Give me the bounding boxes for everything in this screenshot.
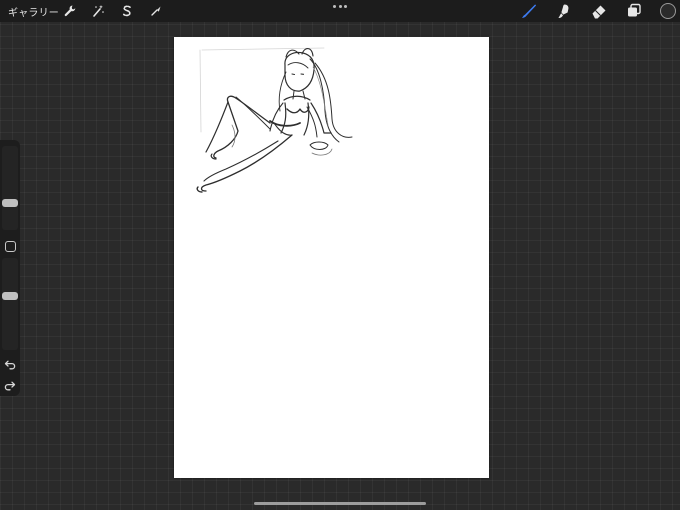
layers-icon[interactable]: [625, 3, 643, 19]
selection-s-icon[interactable]: [119, 3, 135, 19]
pencil-sketch: [196, 47, 353, 193]
dot: [333, 4, 336, 8]
opacity-slider[interactable]: [2, 258, 18, 350]
transform-arrow-icon[interactable]: [148, 3, 164, 19]
smudge-icon[interactable]: [555, 3, 573, 19]
magic-wand-icon[interactable]: [90, 3, 106, 19]
brush-icon[interactable]: [520, 3, 538, 19]
opacity-slider-thumb[interactable]: [2, 291, 18, 300]
dot: [344, 4, 347, 8]
brush-size-slider-thumb[interactable]: [2, 199, 18, 208]
undo-icon[interactable]: [3, 357, 17, 371]
dot: [338, 4, 342, 8]
more-dots-icon[interactable]: [333, 1, 347, 11]
brush-size-slider[interactable]: [2, 146, 18, 230]
color-swatch[interactable]: [660, 3, 676, 19]
left-sidebar: [0, 140, 20, 396]
square-modify-icon[interactable]: [5, 241, 16, 252]
home-indicator: [254, 502, 426, 505]
redo-icon[interactable]: [3, 378, 17, 392]
gallery-button[interactable]: ギャラリー: [8, 4, 59, 19]
eraser-icon[interactable]: [590, 3, 608, 19]
wrench-icon[interactable]: [62, 3, 78, 19]
top-toolbar: ギャラリー: [0, 0, 680, 22]
drawing-canvas[interactable]: [174, 37, 489, 478]
